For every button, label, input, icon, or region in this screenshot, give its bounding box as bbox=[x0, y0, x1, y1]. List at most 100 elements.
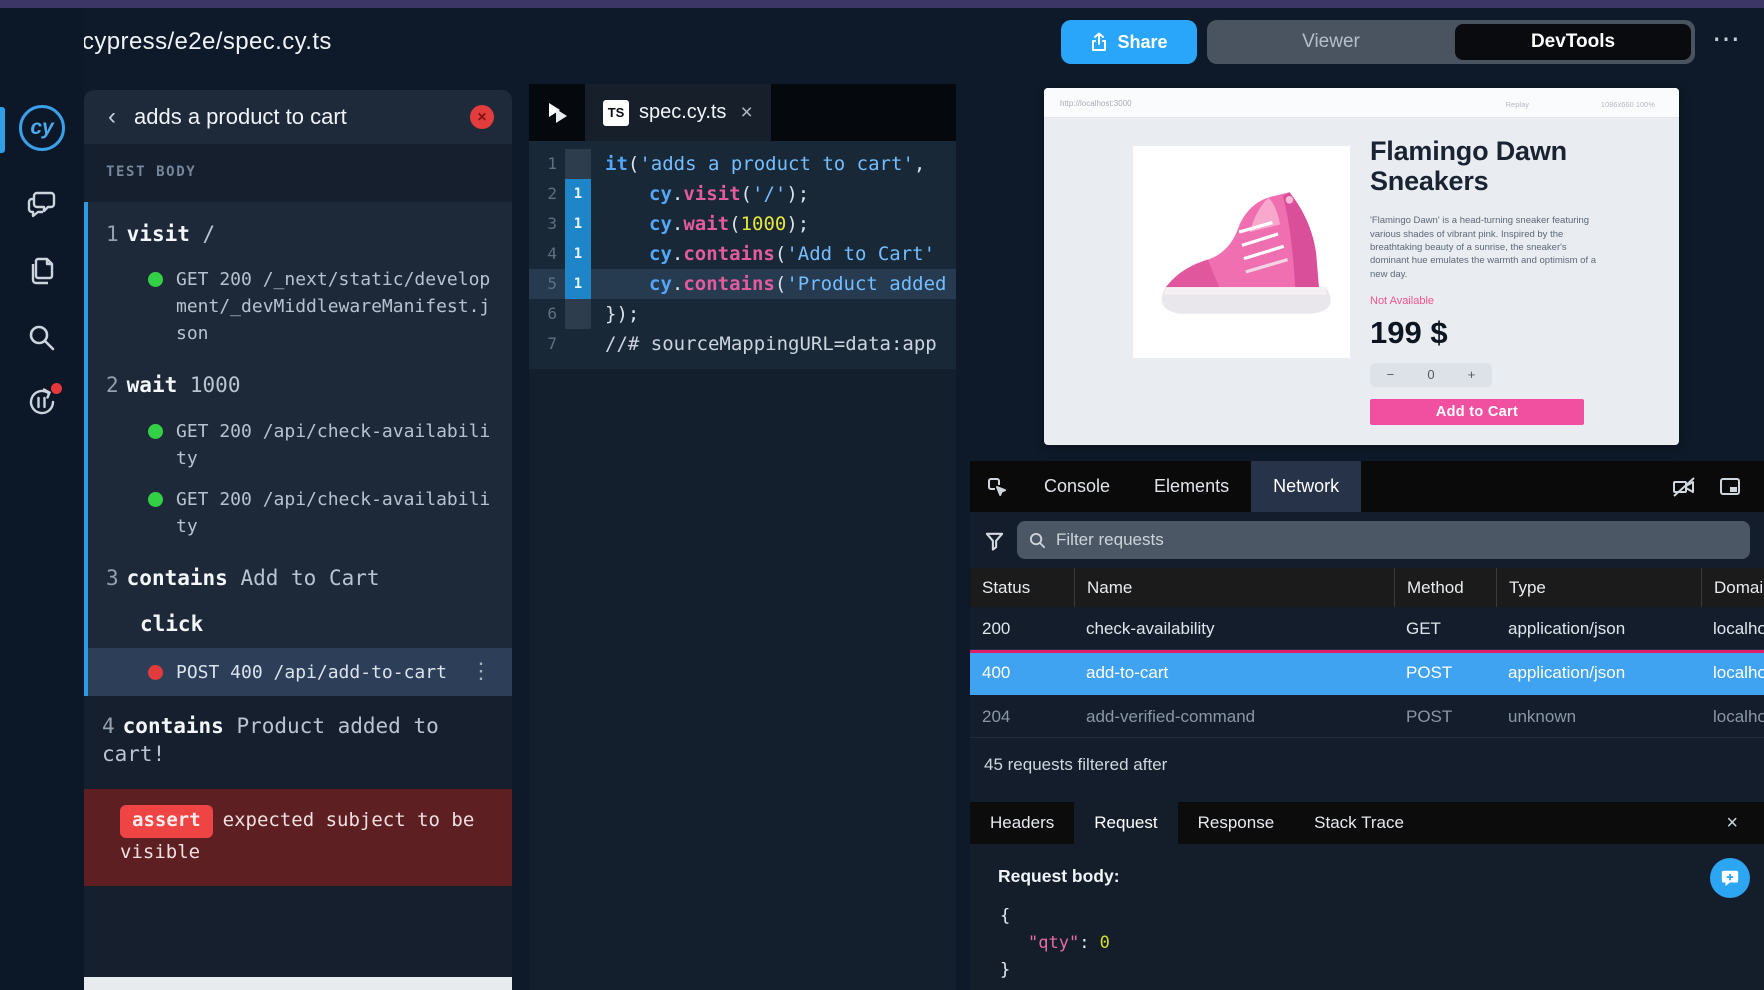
filter-requests-input[interactable] bbox=[1056, 530, 1738, 550]
col-domain[interactable]: Domain bbox=[1701, 568, 1764, 607]
assert-badge: assert bbox=[120, 805, 213, 838]
qty-value: 0 bbox=[1427, 368, 1434, 381]
tab-request[interactable]: Request bbox=[1074, 802, 1177, 844]
tab-headers[interactable]: Headers bbox=[970, 802, 1074, 844]
share-label: Share bbox=[1117, 32, 1167, 53]
quantity-stepper: − 0 + bbox=[1370, 363, 1492, 387]
assert-error-block[interactable]: assertexpected subject to be visible bbox=[84, 789, 512, 886]
network-row-selected[interactable]: 400 add-to-cart POST application/json lo… bbox=[970, 650, 1764, 695]
qty-increment-button[interactable]: + bbox=[1468, 368, 1476, 381]
add-to-cart-button[interactable]: Add to Cart bbox=[1370, 399, 1584, 425]
request-detail-tabs: Headers Request Response Stack Trace × bbox=[970, 802, 1764, 844]
product-price: 199 $ bbox=[1370, 315, 1616, 351]
code-editor-panel: TS spec.cy.ts × 1 it('adds a product to … bbox=[529, 84, 956, 990]
run-spec-button[interactable] bbox=[529, 84, 585, 141]
copy-files-icon[interactable] bbox=[24, 253, 60, 289]
network-table-header: Status Name Method Type Domain bbox=[970, 568, 1764, 607]
code-area[interactable]: 1 it('adds a product to cart', 21 cy.vis… bbox=[529, 141, 956, 369]
code-line: 31 cy.wait(1000); bbox=[529, 209, 956, 239]
cypress-logo-icon[interactable]: cy bbox=[19, 105, 65, 151]
command-log: 1visit / GET 200 /_next/static/developme… bbox=[84, 202, 512, 696]
command-visit[interactable]: 1visit / bbox=[88, 210, 512, 258]
request-log-entry[interactable]: GET 200 /_next/static/development/_devMi… bbox=[148, 266, 496, 347]
network-row[interactable]: 204 add-verified-command POST unknown lo… bbox=[970, 695, 1764, 738]
tab-stack-trace[interactable]: Stack Trace bbox=[1294, 802, 1424, 844]
code-line: 41 cy.contains('Add to Cart' bbox=[529, 239, 956, 269]
page-title: cypress/e2e/spec.cy.ts bbox=[82, 28, 332, 56]
qty-decrement-button[interactable]: − bbox=[1387, 368, 1395, 381]
code-line-highlighted: 51 cy.contains('Product added to cart!' bbox=[529, 269, 956, 299]
editor-header: TS spec.cy.ts × bbox=[529, 84, 956, 141]
request-body-label: Request body: bbox=[970, 844, 1764, 887]
devtools-tabbar: Console Elements Network bbox=[970, 461, 1764, 512]
pause-replay-icon[interactable] bbox=[24, 384, 60, 420]
command-contains-2[interactable]: 4contains Product added to cart! bbox=[84, 696, 512, 779]
panel-bottom-strip bbox=[84, 977, 512, 990]
failed-request-log-entry[interactable]: POST 400 /api/add-to-cart ⋮ bbox=[88, 648, 512, 696]
viewport-dims: 1086x660 100% bbox=[1601, 100, 1655, 109]
share-button[interactable]: Share bbox=[1061, 20, 1197, 64]
devtools-panel: Console Elements Network Status Name Met… bbox=[970, 461, 1764, 990]
row-menu-button[interactable]: ⋮ bbox=[464, 661, 498, 683]
command-click[interactable]: click bbox=[88, 602, 512, 648]
close-tab-icon[interactable]: × bbox=[740, 101, 752, 125]
availability-status: Not Available bbox=[1370, 295, 1616, 307]
tab-elements[interactable]: Elements bbox=[1132, 461, 1251, 512]
col-name[interactable]: Name bbox=[1074, 568, 1394, 607]
preview-url: http://localhost:3000 bbox=[1060, 99, 1132, 108]
test-header: ‹ adds a product to cart ✕ bbox=[84, 90, 512, 144]
success-dot-icon bbox=[148, 492, 163, 507]
more-menu-button[interactable]: ⋯ bbox=[1712, 22, 1742, 55]
replay-label: Replay bbox=[1506, 100, 1529, 109]
col-method[interactable]: Method bbox=[1394, 568, 1496, 607]
command-contains[interactable]: 3contains Add to Cart bbox=[88, 554, 512, 602]
notification-dot bbox=[51, 383, 62, 394]
test-back-button[interactable]: ‹ bbox=[108, 103, 116, 131]
dock-panel-icon[interactable] bbox=[1718, 475, 1742, 499]
comments-icon[interactable] bbox=[24, 186, 60, 222]
sneaker-image bbox=[1147, 177, 1337, 327]
app-preview: http://localhost:3000 Replay 1086x660 10… bbox=[1044, 88, 1679, 445]
network-row[interactable]: 200 check-availability GET application/j… bbox=[970, 607, 1764, 650]
test-failed-badge: ✕ bbox=[470, 105, 494, 129]
chat-plus-icon bbox=[1720, 868, 1740, 888]
product-info: Flamingo Dawn Sneakers 'Flamingo Dawn' i… bbox=[1370, 136, 1616, 425]
editor-tab-label: spec.cy.ts bbox=[639, 101, 726, 124]
video-off-icon[interactable] bbox=[1672, 475, 1696, 499]
editor-tab-spec[interactable]: TS spec.cy.ts × bbox=[585, 84, 771, 141]
test-runner-panel: ‹ adds a product to cart ✕ TEST BODY 1vi… bbox=[84, 90, 512, 977]
share-icon bbox=[1090, 32, 1108, 52]
col-status[interactable]: Status bbox=[970, 568, 1074, 607]
editor-tabbar-spacer bbox=[771, 84, 956, 141]
preview-browser-bar: http://localhost:3000 Replay 1086x660 10… bbox=[1044, 88, 1679, 118]
tab-network[interactable]: Network bbox=[1251, 461, 1361, 512]
requests-filtered-note: 45 requests filtered after bbox=[970, 738, 1764, 792]
run-icon bbox=[544, 100, 570, 126]
top-accent-strip bbox=[0, 0, 1764, 8]
filter-funnel-icon[interactable] bbox=[984, 530, 1005, 551]
success-dot-icon bbox=[148, 272, 163, 287]
viewer-toggle-option[interactable]: Viewer bbox=[1207, 20, 1455, 64]
close-detail-icon[interactable]: × bbox=[1726, 812, 1738, 835]
app-root: ‹ cypress/e2e/spec.cy.ts Share Viewer De… bbox=[0, 0, 1764, 990]
command-wait[interactable]: 2wait 1000 bbox=[88, 361, 512, 409]
inspect-element-icon[interactable] bbox=[986, 476, 1008, 498]
product-image bbox=[1133, 146, 1350, 358]
search-icon[interactable] bbox=[24, 320, 60, 356]
magnifier-icon bbox=[1029, 532, 1046, 549]
request-log-entry[interactable]: GET 200 /api/check-availability bbox=[148, 486, 496, 540]
code-line: 1 it('adds a product to cart', bbox=[529, 149, 956, 179]
active-nav-indicator bbox=[0, 107, 5, 153]
tab-response[interactable]: Response bbox=[1178, 802, 1295, 844]
product-description: 'Flamingo Dawn' is a head-turning sneake… bbox=[1370, 214, 1598, 280]
request-detail-pane: Request body: { "qty": 0 } bbox=[970, 844, 1764, 990]
filter-searchbox bbox=[1017, 521, 1750, 559]
icon-sidebar: cy bbox=[0, 8, 84, 990]
code-line: 7 //# sourceMappingURL=data:app bbox=[529, 329, 956, 359]
col-type[interactable]: Type bbox=[1496, 568, 1701, 607]
tab-console[interactable]: Console bbox=[1022, 461, 1132, 512]
code-line: 6 }); bbox=[529, 299, 956, 329]
request-log-entry[interactable]: GET 200 /api/check-availability bbox=[148, 418, 496, 472]
feedback-button[interactable] bbox=[1710, 858, 1750, 898]
devtools-toggle-option[interactable]: DevTools bbox=[1455, 24, 1691, 60]
